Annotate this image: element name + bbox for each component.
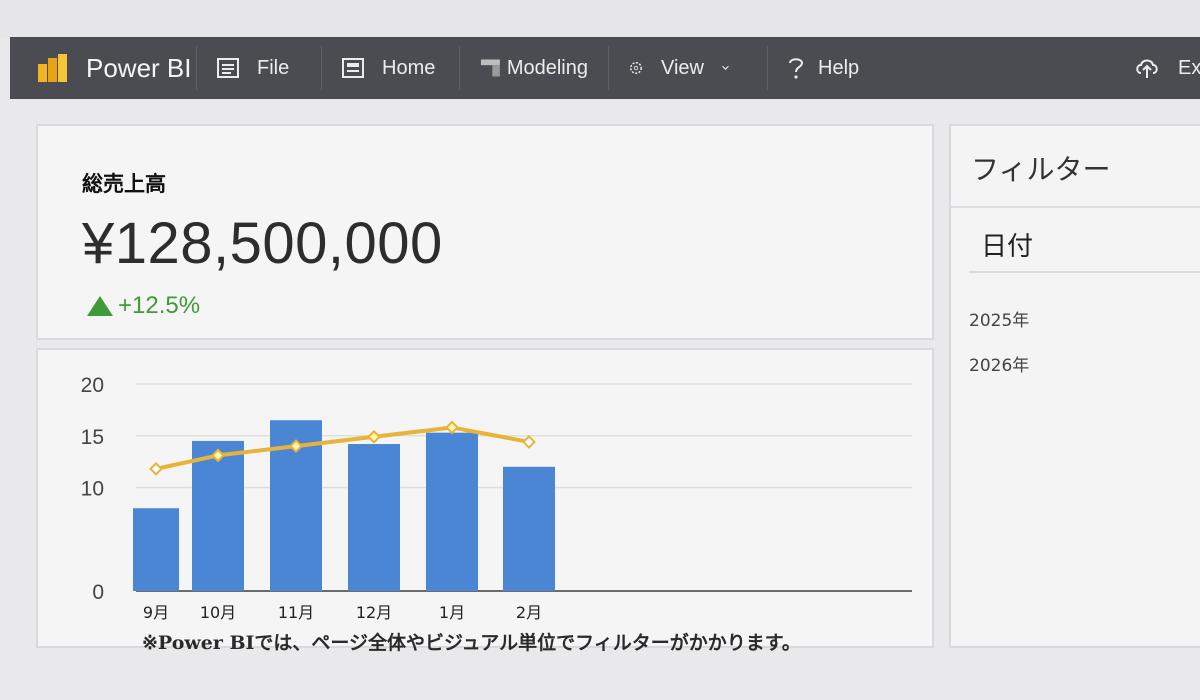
filter-title: フィルター [971, 153, 1111, 186]
app-title: Power BI [86, 52, 192, 83]
chevron-down-icon [722, 65, 729, 70]
kpi-card[interactable]: 総売上高 ¥128,500,000 +12.5% [36, 124, 934, 340]
kpi-delta-value: +12.5% [118, 292, 201, 319]
filter-field[interactable]: 日付 [981, 226, 1033, 263]
modeling-icon [480, 59, 500, 77]
trend-point-3 [367, 429, 381, 444]
modeling-label: Modeling [506, 56, 588, 79]
bar-5 [503, 466, 555, 591]
x-tick-label: 10月 [200, 603, 236, 622]
x-tick-label: 2月 [516, 603, 542, 622]
y-tick-label: 0 [92, 581, 104, 604]
x-tick-label: 12月 [356, 603, 392, 622]
home-document-icon [342, 58, 364, 78]
document-icon [217, 58, 239, 78]
trend-point-5 [522, 435, 536, 449]
modeling-tab[interactable]: Modeling [460, 37, 608, 99]
caption-note: ※Power BIでは、ページ全体やビジュアル単位でフィルターがかかります。 [142, 632, 801, 654]
x-tick-label: 1月 [439, 603, 465, 622]
brand[interactable]: Power BI [10, 37, 196, 99]
home-label: Home [382, 56, 436, 79]
file-label: File [257, 56, 290, 79]
view-gear-icon [630, 62, 642, 74]
filter-pane: フィルター 日付 2025年 2026年 [949, 124, 1200, 648]
chart-plot: 0 10 15 20 9月 10月 11月 12月 1月 2月 [81, 374, 912, 622]
help-tab[interactable]: Help [768, 37, 879, 99]
y-tick-label: 20 [81, 374, 104, 397]
view-tab[interactable]: View [609, 37, 767, 99]
trend-point-0 [149, 461, 163, 476]
export-button[interactable]: Ex [1134, 37, 1200, 99]
kpi-label: 総売上高 [82, 171, 166, 196]
y-tick-label: 10 [81, 478, 104, 501]
ribbon-toolbar: Power BI File Home Modeling View Help Ex [10, 37, 1200, 99]
bar-0 [133, 508, 179, 591]
kpi-value: ¥128,500,000 [82, 211, 443, 276]
sales-chart[interactable]: 0 10 15 20 9月 10月 11月 12月 1月 2月 [36, 348, 934, 648]
bar-1 [192, 440, 244, 591]
filter-option-2026[interactable]: 2026年 [969, 351, 1029, 376]
filter-header: フィルター [951, 126, 1200, 208]
file-menu[interactable]: File [197, 37, 321, 99]
bar-4 [426, 432, 478, 591]
x-tick-label: 11月 [278, 603, 314, 622]
export-label: Ex [1178, 56, 1200, 79]
filter-option-2025[interactable]: 2025年 [969, 306, 1029, 331]
trend-point-4 [445, 420, 459, 435]
triangle-up-icon [87, 296, 113, 316]
top-strip [0, 0, 1200, 37]
filter-divider [969, 271, 1200, 273]
cloud-upload-icon [1136, 59, 1158, 78]
x-tick-label: 9月 [143, 603, 169, 622]
view-label: View [661, 56, 704, 79]
kpi-delta: +12.5% [86, 292, 200, 320]
help-question-icon [789, 58, 804, 79]
bar-3 [348, 444, 400, 591]
powerbi-logo-icon [38, 54, 67, 82]
home-tab[interactable]: Home [322, 37, 459, 99]
y-tick-label: 15 [81, 426, 104, 449]
help-label: Help [818, 56, 860, 79]
